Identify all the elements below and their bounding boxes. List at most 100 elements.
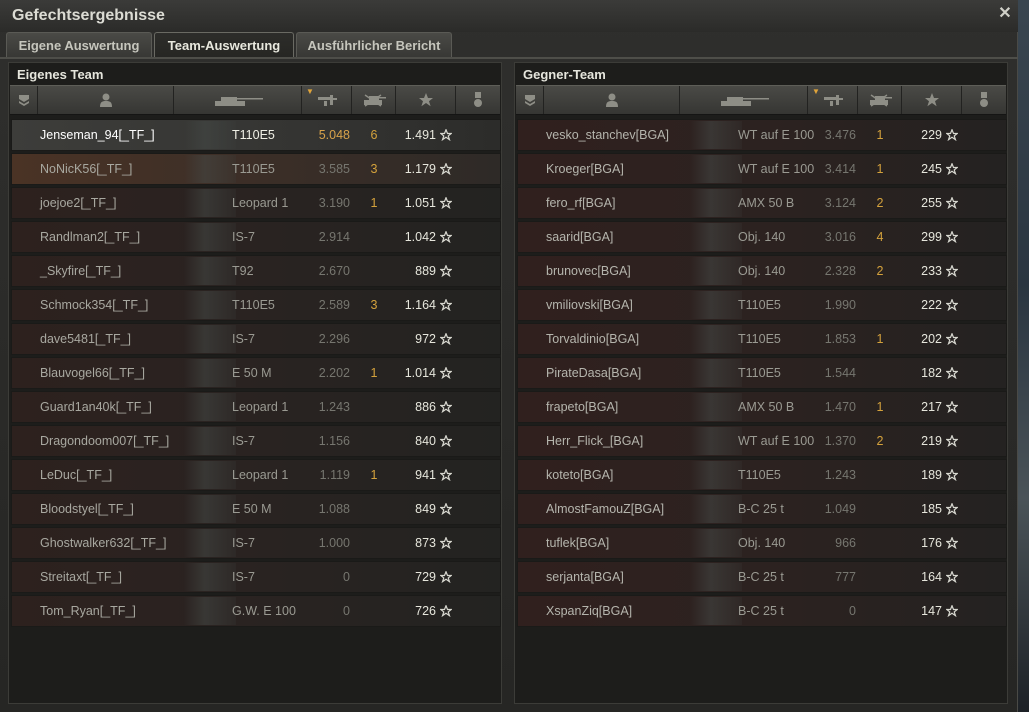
tank-image [184,155,236,183]
tank-image [184,325,236,353]
tank-image [690,189,742,217]
score-value: 233 [921,264,942,278]
score-value: 886 [415,400,436,414]
table-row[interactable]: frapeto[BGA] AMX 50 B 1.470 1 217 [517,391,1007,423]
xp-value: 2.589 [318,298,350,312]
star-icon [418,93,433,107]
score-value: 941 [415,468,436,482]
table-row[interactable]: Streitaxt[_TF_] IS-7 0 729 [11,561,501,593]
player-name: frapeto[BGA] [546,400,619,414]
player-name: Herr_Flick_[BGA] [546,434,644,448]
tank-image [184,393,236,421]
xp-value: 1.370 [824,434,856,448]
tank-column-header[interactable] [174,86,302,114]
table-row[interactable]: joejoe2[_TF_] Leopard 1 3.190 1 1.051 [11,187,501,219]
player-name: PirateDasa[BGA] [546,366,642,380]
tab-team-evaluation[interactable]: Team-Auswertung [154,32,294,58]
kills-column-header[interactable] [352,86,396,114]
close-icon[interactable]: ✕ [996,5,1014,23]
score-value: 217 [921,400,942,414]
xp-value: 1.088 [318,502,350,516]
xp-value: 1.000 [318,536,350,550]
tab-detailed-report[interactable]: Ausführlicher Bericht [296,32,452,58]
table-row[interactable]: Blauvogel66[_TF_] E 50 M 2.202 1 1.014 [11,357,501,389]
score-value: 299 [921,230,942,244]
xp-value: 0 [343,570,350,584]
table-row[interactable]: serjanta[BGA] B-C 25 t 777 164 [517,561,1007,593]
table-row[interactable]: Schmock354[_TF_] T110E5 2.589 3 1.164 [11,289,501,321]
kills-column-header[interactable] [858,86,902,114]
star-icon [440,605,452,617]
table-row[interactable]: Jenseman_94[_TF_] T110E5 5.048 6 1.491 [11,119,501,151]
table-row[interactable]: Tom_Ryan[_TF_] G.W. E 100 0 726 [11,595,501,627]
table-row[interactable]: dave5481[_TF_] IS-7 2.296 972 [11,323,501,355]
titlebar: Gefechtsergebnisse ✕ [0,0,1018,32]
tank-image [690,359,742,387]
score-value: 255 [921,196,942,210]
table-row[interactable]: Guard1an40k[_TF_] Leopard 1 1.243 886 [11,391,501,423]
kills-value: 3 [370,298,378,312]
table-row[interactable]: vesko_stanchev[BGA] WT auf E 100 3.476 1 229 [517,119,1007,151]
table-row[interactable]: Ghostwalker632[_TF_] IS-7 1.000 873 [11,527,501,559]
player-name: NoNicK56[_TF_] [40,162,133,176]
star-icon [946,503,958,515]
kills-value [354,562,394,592]
star-icon [946,367,958,379]
score-column-header[interactable] [902,86,962,114]
tab-own-evaluation[interactable]: Eigene Auswertung [6,32,152,58]
table-row[interactable]: Dragondoom007[_TF_] IS-7 1.156 840 [11,425,501,457]
table-row[interactable]: Torvaldinio[BGA] T110E5 1.853 1 202 [517,323,1007,355]
game-background [1018,0,1029,712]
table-row[interactable]: fero_rf[BGA] AMX 50 B 3.124 2 255 [517,187,1007,219]
xp-value: 5.048 [318,128,350,142]
player-column-header[interactable] [38,86,174,114]
table-row[interactable]: Randlman2[_TF_] IS-7 2.914 1.042 [11,221,501,253]
table-row[interactable]: NoNicK56[_TF_] T110E5 3.585 3 1.179 [11,153,501,185]
xp-column-header[interactable]: ▼ [808,86,858,114]
table-row[interactable]: koteto[BGA] T110E5 1.243 189 [517,459,1007,491]
enemy-team-header: ▼ [516,85,1006,115]
score-value: 840 [415,434,436,448]
medal-column-header[interactable] [962,86,1006,114]
medal-column-header[interactable] [456,86,500,114]
squad-column-header[interactable] [10,86,38,114]
table-row[interactable]: tuflek[BGA] Obj. 140 966 176 [517,527,1007,559]
score-column-header[interactable] [396,86,456,114]
xp-value: 0 [849,604,856,618]
table-row[interactable]: Bloodstyel[_TF_] E 50 M 1.088 849 [11,493,501,525]
score-value: 1.051 [404,196,436,210]
kills-value [860,562,900,592]
table-row[interactable]: Herr_Flick_[BGA] WT auf E 100 1.370 2 219 [517,425,1007,457]
tank-image [690,563,742,591]
table-row[interactable]: brunovec[BGA] Obj. 140 2.328 2 233 [517,255,1007,287]
star-icon [946,537,958,549]
xp-value: 1.243 [318,400,350,414]
table-row[interactable]: Kroeger[BGA] WT auf E 100 3.414 1 245 [517,153,1007,185]
xp-value: 3.585 [318,162,350,176]
star-icon [440,469,452,481]
player-icon [99,93,112,107]
xp-value: 1.544 [824,366,856,380]
xp-value: 3.414 [824,162,856,176]
tank-image [690,529,742,557]
table-row[interactable]: vmiliovski[BGA] T110E5 1.990 222 [517,289,1007,321]
table-row[interactable]: _Skyfire[_TF_] T92 2.670 889 [11,255,501,287]
window-title: Gefechtsergebnisse [12,7,165,24]
star-icon [946,333,958,345]
squad-column-header[interactable] [516,86,544,114]
player-column-header[interactable] [544,86,680,114]
xp-column-header[interactable]: ▼ [302,86,352,114]
table-row[interactable]: XspanZiq[BGA] B-C 25 t 0 147 [517,595,1007,627]
table-row[interactable]: LeDuc[_TF_] Leopard 1 1.119 1 941 [11,459,501,491]
tank-image [184,563,236,591]
kills-value: 1 [876,332,884,346]
tank-image [184,121,236,149]
player-name: saarid[BGA] [546,230,614,244]
table-row[interactable]: PirateDasa[BGA] T110E5 1.544 182 [517,357,1007,389]
score-value: 189 [921,468,942,482]
tank-icon [720,97,769,106]
kills-value: 4 [876,230,884,244]
tank-column-header[interactable] [680,86,808,114]
table-row[interactable]: AlmostFamouZ[BGA] B-C 25 t 1.049 185 [517,493,1007,525]
table-row[interactable]: saarid[BGA] Obj. 140 3.016 4 299 [517,221,1007,253]
